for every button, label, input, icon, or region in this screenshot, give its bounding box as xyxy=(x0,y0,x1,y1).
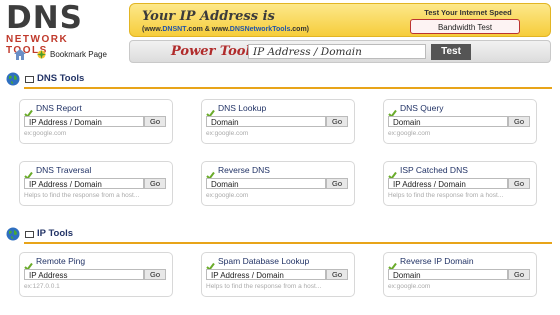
power-tool-input[interactable]: IP Address / Domain xyxy=(248,44,426,59)
globe-icon xyxy=(6,227,20,241)
go-button[interactable]: Go xyxy=(508,116,530,127)
tool-input[interactable]: IP Address xyxy=(24,269,144,280)
power-tool-bar: Power Tool IP Address / Domain Test xyxy=(129,40,551,63)
ip-sub-pre: (www. xyxy=(142,26,163,33)
go-button[interactable]: Go xyxy=(144,116,166,127)
section-dns-tools: DNS Tools xyxy=(6,71,552,91)
go-button[interactable]: Go xyxy=(326,178,348,189)
ip-address-banner: Your IP Address is (www.DNSNT.com & www.… xyxy=(129,3,551,37)
bandwidth-test-button[interactable]: Bandwidth Test xyxy=(410,19,520,34)
tool-title[interactable]: Remote Ping xyxy=(36,256,85,266)
home-icon[interactable] xyxy=(14,48,26,60)
top-links: Bookmark Page xyxy=(14,47,107,61)
section-title: DNS Tools xyxy=(37,73,85,84)
tool-hint: Helps to find the response from a host..… xyxy=(206,283,322,290)
tool-title[interactable]: DNS Query xyxy=(400,103,443,113)
tool-card-remote-ping: Remote Ping IP Address Go ex:127.0.0.1 xyxy=(19,252,173,297)
go-button[interactable]: Go xyxy=(326,269,348,280)
tool-input[interactable]: Domain xyxy=(388,269,508,280)
tool-card-dns-lookup: DNS Lookup Domain Go ex:google.com xyxy=(201,99,355,144)
tool-hint: ex:google.com xyxy=(24,130,67,137)
tool-title[interactable]: Reverse IP Domain xyxy=(400,256,474,266)
window-icon xyxy=(25,76,34,83)
check-icon xyxy=(206,105,215,119)
power-tool-label: Power Tool xyxy=(171,44,251,59)
tool-card-reverse-dns: Reverse DNS Domain Go ex:google.com xyxy=(201,161,355,206)
go-button[interactable]: Go xyxy=(508,178,530,189)
tool-input[interactable]: IP Address / Domain xyxy=(206,269,326,280)
logo-text: DNS xyxy=(6,0,84,36)
section-title: IP Tools xyxy=(37,228,74,239)
tool-card-dns-report: DNS Report IP Address / Domain Go ex:goo… xyxy=(19,99,173,144)
section-divider xyxy=(24,87,552,89)
tool-card-spam-database-lookup: Spam Database Lookup IP Address / Domain… xyxy=(201,252,355,297)
ip-title: Your IP Address is xyxy=(142,9,275,24)
go-button[interactable]: Go xyxy=(144,269,166,280)
tool-hint: ex:google.com xyxy=(206,192,249,199)
check-icon xyxy=(24,105,33,119)
ip-subtitle: (www.DNSNT.com & www.DNSNetworkTools.com… xyxy=(142,26,309,33)
ip-sub-post: .com) xyxy=(290,26,310,33)
tool-hint: ex:google.com xyxy=(206,130,249,137)
globe-icon xyxy=(6,72,20,86)
ip-sub-brand1: DNSNT xyxy=(162,26,187,33)
section-ip-tools: IP Tools xyxy=(6,226,552,246)
tool-title[interactable]: DNS Report xyxy=(36,103,82,113)
tool-title[interactable]: DNS Lookup xyxy=(218,103,266,113)
tool-title[interactable]: ISP Catched DNS xyxy=(400,165,468,175)
check-icon xyxy=(388,105,397,119)
check-icon xyxy=(388,258,397,272)
tool-input[interactable]: Domain xyxy=(388,116,508,127)
tool-card-dns-traversal: DNS Traversal IP Address / Domain Go Hel… xyxy=(19,161,173,206)
tool-input[interactable]: IP Address / Domain xyxy=(388,178,508,189)
go-button[interactable]: Go xyxy=(144,178,166,189)
check-icon xyxy=(388,167,397,181)
tool-card-isp-catched-dns: ISP Catched DNS IP Address / Domain Go H… xyxy=(383,161,537,206)
bookmark-icon xyxy=(36,49,47,60)
check-icon xyxy=(206,167,215,181)
section-divider xyxy=(24,242,552,244)
tool-hint: Helps to find the response from a host..… xyxy=(24,192,140,199)
bookmark-page-link[interactable]: Bookmark Page xyxy=(50,50,107,59)
window-icon xyxy=(25,231,34,238)
tool-hint: ex:google.com xyxy=(388,130,431,137)
tool-hint: ex:google.com xyxy=(388,283,431,290)
power-tool-test-button[interactable]: Test xyxy=(431,44,471,60)
check-icon xyxy=(24,258,33,272)
check-icon xyxy=(206,258,215,272)
site-logo[interactable]: DNS NETWORK TOOLS xyxy=(6,0,114,57)
tool-card-reverse-ip-domain: Reverse IP Domain Domain Go ex:google.co… xyxy=(383,252,537,297)
tool-card-dns-query: DNS Query Domain Go ex:google.com xyxy=(383,99,537,144)
tool-hint: Helps to find the response from a host..… xyxy=(388,192,504,199)
tool-input[interactable]: IP Address / Domain xyxy=(24,116,144,127)
speed-test-label: Test Your Internet Speed xyxy=(424,8,512,17)
ip-sub-mid: .com & www. xyxy=(186,26,230,33)
tool-title[interactable]: Reverse DNS xyxy=(218,165,270,175)
tool-title[interactable]: DNS Traversal xyxy=(36,165,91,175)
tool-input[interactable]: IP Address / Domain xyxy=(24,178,144,189)
go-button[interactable]: Go xyxy=(326,116,348,127)
tool-title[interactable]: Spam Database Lookup xyxy=(218,256,309,266)
ip-sub-brand2: DNSNetworkTools xyxy=(229,26,291,33)
check-icon xyxy=(24,167,33,181)
tool-hint: ex:127.0.0.1 xyxy=(24,283,60,290)
tool-input[interactable]: Domain xyxy=(206,178,326,189)
tool-input[interactable]: Domain xyxy=(206,116,326,127)
go-button[interactable]: Go xyxy=(508,269,530,280)
